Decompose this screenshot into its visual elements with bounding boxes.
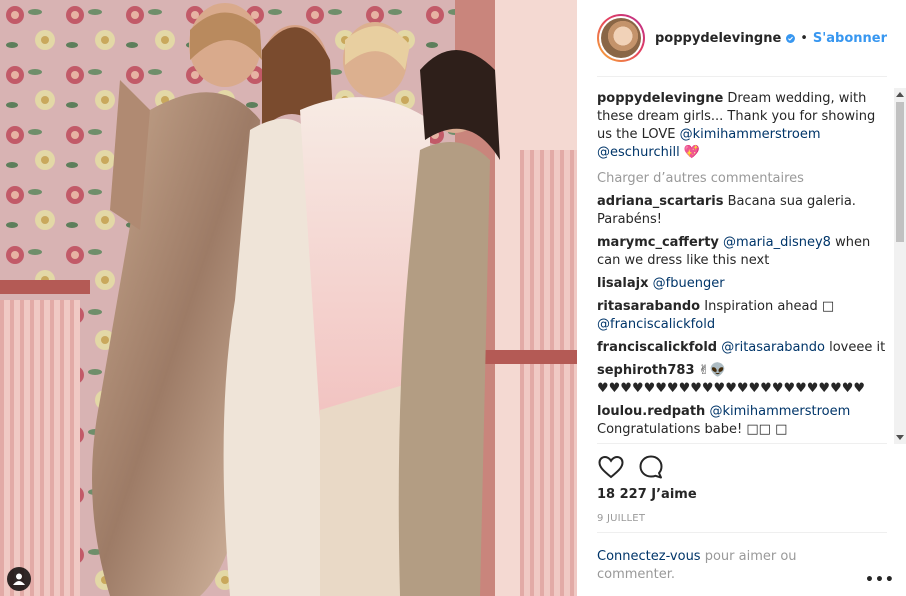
comment-bubble-icon[interactable] — [637, 453, 665, 481]
comment-username[interactable]: adriana_scartaris — [597, 194, 723, 209]
post-side-panel: poppydelevingne • S'abonner poppydelevin… — [577, 0, 906, 596]
caption-mention[interactable]: @eschurchill — [597, 145, 680, 160]
login-link[interactable]: Connectez-vous — [597, 549, 701, 564]
post-date[interactable]: 9 JUILLET — [597, 513, 645, 524]
post-caption: poppydelevingne Dream wedding, with thes… — [597, 90, 887, 162]
comment-username[interactable]: franciscalickfold — [597, 340, 717, 355]
comment-mention[interactable]: @fbuenger — [653, 276, 725, 291]
comment-item: sephiroth783 ✌👽 ♥♥♥♥♥♥♥♥♥♥♥♥♥♥♥♥♥♥♥♥♥♥♥ — [597, 362, 887, 398]
comment-item: loulou.redpath @kimihammerstroem Congrat… — [597, 403, 887, 439]
comment-item: lisalajx @fbuenger — [597, 275, 887, 293]
comment-username[interactable]: marymc_cafferty — [597, 235, 719, 250]
comment-mention[interactable]: @ritasarabando — [721, 340, 825, 355]
comment-username[interactable]: ritasarabando — [597, 299, 700, 314]
follow-button[interactable]: S'abonner — [813, 31, 887, 46]
header-username[interactable]: poppydelevingne — [655, 31, 781, 46]
comment-username[interactable]: sephiroth783 — [597, 363, 695, 378]
comment-item: ritasarabando Inspiration ahead □ @franc… — [597, 298, 887, 334]
comment-username[interactable]: loulou.redpath — [597, 404, 705, 419]
caption-mention[interactable]: @kimihammerstroem — [680, 127, 821, 142]
heart-icon[interactable] — [597, 453, 625, 481]
comments-list: poppydelevingne Dream wedding, with thes… — [597, 88, 887, 444]
comment-item: marymc_cafferty @maria_disney8 when can … — [597, 234, 887, 270]
scroll-up-arrow-icon[interactable] — [896, 92, 904, 97]
comment-text: loveee it — [829, 340, 886, 355]
separator-dot: • — [800, 30, 808, 46]
likes-count[interactable]: 18 227 J’aime — [597, 487, 697, 502]
comments-divider — [597, 443, 887, 444]
load-more-comments-button[interactable]: Charger d’autres commentaires — [597, 170, 887, 188]
photo-illustration — [0, 0, 577, 596]
user-tag-icon[interactable] — [7, 567, 31, 591]
header-divider — [597, 76, 887, 77]
comment-item: franciscalickfold @ritasarabando loveee … — [597, 339, 887, 357]
scroll-thumb[interactable] — [896, 102, 904, 242]
comment-username[interactable]: lisalajx — [597, 276, 649, 291]
scroll-down-arrow-icon[interactable] — [896, 435, 904, 440]
post-photo[interactable] — [0, 0, 577, 596]
comment-mention[interactable]: @kimihammerstroem — [709, 404, 850, 419]
footer-divider — [597, 532, 887, 533]
comment-mention[interactable]: @maria_disney8 — [723, 235, 831, 250]
more-options-button[interactable]: ••• — [865, 572, 895, 588]
comment-text: Inspiration ahead □ — [704, 299, 835, 314]
comment-item: adriana_scartaris Bacana sua galeria. Pa… — [597, 193, 887, 229]
post-header: poppydelevingne • S'abonner — [597, 13, 887, 63]
comment-text: Congratulations babe! □□ □ — [597, 422, 788, 437]
comments-scrollbar[interactable] — [894, 88, 906, 444]
post-actions — [597, 453, 677, 481]
avatar[interactable] — [597, 14, 645, 62]
login-prompt: Connectez-vous pour aimer ou commenter. — [597, 548, 827, 584]
caption-emoji: 💖 — [683, 145, 701, 160]
comment-mention[interactable]: @franciscalickfold — [597, 317, 715, 332]
verified-badge-icon — [786, 33, 796, 43]
caption-username[interactable]: poppydelevingne — [597, 91, 723, 106]
